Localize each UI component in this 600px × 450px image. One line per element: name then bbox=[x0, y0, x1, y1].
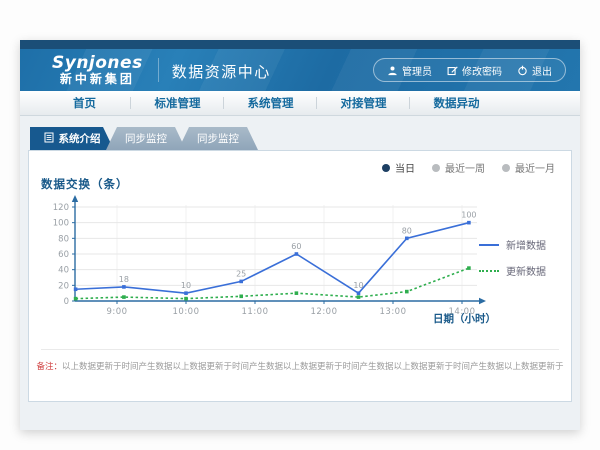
app-window: Synjones 新中新集团 数据资源中心 管理员 修改密码 bbox=[20, 40, 580, 430]
svg-text:60: 60 bbox=[58, 250, 69, 260]
svg-text:11:00: 11:00 bbox=[242, 307, 269, 317]
svg-text:120: 120 bbox=[53, 203, 69, 213]
line-chart: 0 20 40 60 80 100 120 9:00 10:00 11:00 12:00 13:00 1… bbox=[37, 193, 499, 333]
tab-sync-monitor-1[interactable]: 同步监控 bbox=[106, 127, 186, 150]
svg-text:25: 25 bbox=[236, 269, 246, 278]
user-menu: 管理员 修改密码 退出 bbox=[373, 58, 566, 82]
edit-icon bbox=[447, 65, 458, 76]
legend-item-updated-data: 更新数据 bbox=[479, 263, 559, 278]
app-header: Synjones 新中新集团 数据资源中心 管理员 修改密码 bbox=[20, 49, 580, 91]
legend-label: 更新数据 bbox=[506, 263, 546, 278]
time-range-filter: 当日 最近一周 最近一月 bbox=[382, 160, 555, 175]
logo-subtitle: 新中新集团 bbox=[52, 73, 143, 86]
svg-text:100: 100 bbox=[461, 211, 476, 220]
tab-label: 系统介绍 bbox=[59, 131, 101, 146]
time-range-option[interactable]: 最近一周 bbox=[432, 160, 485, 175]
svg-text:40: 40 bbox=[58, 266, 69, 276]
radio-dot-icon bbox=[502, 164, 510, 172]
note-divider bbox=[41, 349, 559, 350]
svg-text:9:00: 9:00 bbox=[106, 307, 127, 317]
svg-text:12:00: 12:00 bbox=[311, 307, 338, 317]
svg-text:10: 10 bbox=[353, 281, 363, 290]
svg-text:10: 10 bbox=[181, 281, 191, 290]
time-range-label: 最近一月 bbox=[515, 160, 555, 175]
svg-text:18: 18 bbox=[119, 275, 129, 284]
time-range-label: 当日 bbox=[395, 160, 415, 175]
time-range-option[interactable]: 最近一月 bbox=[502, 160, 555, 175]
radio-dot-icon bbox=[382, 164, 390, 172]
user-icon bbox=[387, 65, 398, 76]
page-background: Synjones 新中新集团 数据资源中心 管理员 修改密码 bbox=[0, 0, 600, 450]
footnote-text: 以上数据更新于时间产生数据以上数据更新于时间产生数据以上数据更新于时间产生数据以… bbox=[62, 362, 564, 372]
time-range-label: 最近一周 bbox=[445, 160, 485, 175]
chart-panel: 当日 最近一周 最近一月 数据交换（条） 0 20 40 60 80 100 120 9:00… bbox=[28, 150, 572, 402]
tab-label: 同步监控 bbox=[197, 131, 239, 146]
logout-label: 退出 bbox=[532, 63, 552, 78]
svg-text:日期（小时）: 日期（小时） bbox=[433, 312, 496, 325]
svg-text:13:00: 13:00 bbox=[380, 307, 407, 317]
tab-sync-monitor-2[interactable]: 同步监控 bbox=[178, 127, 258, 150]
page-title: 数据资源中心 bbox=[172, 61, 271, 82]
logout-button[interactable]: 退出 bbox=[517, 63, 552, 78]
change-password-button[interactable]: 修改密码 bbox=[447, 63, 502, 78]
nav-item-docking-mgmt[interactable]: 对接管理 bbox=[317, 95, 410, 111]
change-password-label: 修改密码 bbox=[462, 63, 502, 78]
svg-text:0: 0 bbox=[64, 297, 69, 307]
radio-dot-icon bbox=[432, 164, 440, 172]
nav-item-system-mgmt[interactable]: 系统管理 bbox=[224, 95, 317, 111]
tab-bar: 系统介绍 同步监控 同步监控 bbox=[30, 127, 258, 150]
svg-text:10:00: 10:00 bbox=[173, 307, 200, 317]
nav-item-data-change[interactable]: 数据异动 bbox=[410, 95, 503, 111]
footnote-label: 备注： bbox=[36, 362, 62, 372]
legend-label: 新增数据 bbox=[506, 237, 546, 252]
svg-text:20: 20 bbox=[58, 281, 69, 291]
document-icon bbox=[44, 132, 54, 146]
nav-item-standard-mgmt[interactable]: 标准管理 bbox=[131, 95, 224, 111]
y-axis-title: 数据交换（条） bbox=[41, 176, 129, 192]
main-nav: 首页 标准管理 系统管理 对接管理 数据异动 bbox=[20, 91, 580, 116]
tab-system-intro[interactable]: 系统介绍 bbox=[30, 127, 114, 150]
admin-user-button[interactable]: 管理员 bbox=[387, 63, 432, 78]
svg-text:80: 80 bbox=[402, 226, 412, 235]
header-divider bbox=[158, 58, 159, 82]
svg-text:80: 80 bbox=[58, 234, 69, 244]
admin-user-label: 管理员 bbox=[402, 63, 432, 78]
solid-line-icon bbox=[479, 244, 499, 246]
content-area: 系统介绍 同步监控 同步监控 当日 最近一周 bbox=[20, 116, 580, 431]
top-strip bbox=[20, 40, 580, 49]
nav-item-home[interactable]: 首页 bbox=[38, 95, 131, 111]
logo: Synjones 新中新集团 bbox=[52, 54, 143, 86]
tab-label: 同步监控 bbox=[125, 131, 167, 146]
svg-text:60: 60 bbox=[291, 242, 301, 251]
logo-wordmark: Synjones bbox=[52, 54, 143, 73]
footnote: 备注：以上数据更新于时间产生数据以上数据更新于时间产生数据以上数据更新于时间产生… bbox=[29, 360, 571, 372]
time-range-option[interactable]: 当日 bbox=[382, 160, 415, 175]
dotted-line-icon bbox=[479, 270, 499, 272]
power-icon bbox=[517, 65, 528, 76]
chart-legend: 新增数据 更新数据 bbox=[479, 237, 559, 289]
svg-text:100: 100 bbox=[53, 219, 69, 229]
legend-item-new-data: 新增数据 bbox=[479, 237, 559, 252]
